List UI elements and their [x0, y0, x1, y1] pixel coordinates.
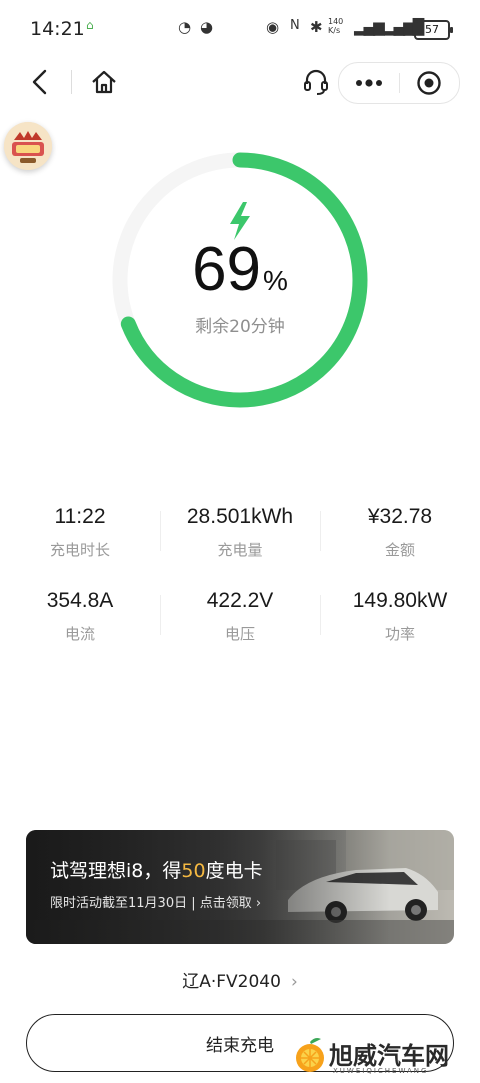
stat-label: 电压 [224, 625, 255, 643]
eye-icon: ◉ [266, 18, 280, 36]
watermark: 旭威汽车网 XUWEIQICHEWANG [293, 1034, 468, 1080]
status-bar: 14:21 ⌂ ◔ ◕ ◉ N ✱ 140 K/s ▂▄▆ ▂▄▆█ 57 [0, 0, 480, 58]
percent-unit: % [263, 265, 288, 296]
capsule-divider [399, 73, 400, 93]
banner-title-suffix: 度电卡 [205, 860, 263, 882]
stat-value: 11:22 [54, 505, 106, 528]
mini-program-capsule [338, 62, 460, 104]
stat-label: 金额 [384, 541, 415, 559]
back-button[interactable] [24, 66, 56, 98]
watermark-title: 旭威汽车网 [329, 1042, 449, 1070]
home-icon [92, 70, 116, 94]
nav-divider [71, 70, 72, 94]
stat-voltage: 422.2V 电压 [160, 589, 320, 644]
floating-avatar[interactable] [4, 122, 52, 170]
banner-subtitle: 限时活动截至11月30日 | 点击领取 › [50, 896, 262, 911]
promo-banner[interactable]: 试驾理想i8，得50度电卡 限时活动截至11月30日 | 点击领取 › [26, 830, 454, 944]
banner-overlay [26, 830, 454, 944]
stat-energy: 28.501kWh 充电量 [160, 505, 320, 560]
stat-current: 354.8A 电流 [0, 589, 160, 644]
battery-icon: 57 [414, 20, 453, 40]
home-status-icon: ⌂ [86, 18, 94, 32]
home-button[interactable] [88, 66, 120, 98]
remaining-time: 剩余20分钟 [195, 317, 285, 337]
banner-title: 试驾理想i8，得50度电卡 [50, 856, 263, 883]
signal-icon: ▂▄▆ [354, 18, 385, 36]
stat-value: 422.2V [206, 589, 274, 612]
stat-value: 354.8A [46, 589, 114, 612]
more-button[interactable] [351, 67, 387, 99]
headset-icon [304, 69, 328, 95]
end-charging-label: 结束充电 [206, 1035, 274, 1056]
target-icon [417, 71, 441, 95]
stat-value: ¥32.78 [367, 505, 433, 528]
stat-label: 充电量 [217, 541, 263, 559]
stat-amount: ¥32.78 金额 [320, 505, 480, 560]
banner-title-highlight: 50 [181, 860, 206, 882]
bluetooth-icon: ✱ [310, 18, 323, 36]
stat-label: 充电时长 [49, 541, 110, 559]
customer-service-button[interactable] [300, 66, 332, 98]
sync-icon: ◔ [178, 18, 192, 36]
status-time: 14:21 [30, 18, 85, 40]
back-icon [32, 69, 47, 95]
nfc-icon: N [290, 18, 300, 33]
stat-power: 149.80kW 功率 [320, 589, 480, 644]
stat-label: 电流 [64, 625, 95, 643]
orange-logo-icon [296, 1038, 324, 1072]
network-speed: 140 K/s [328, 17, 344, 35]
chevron-right-icon: › [290, 972, 298, 992]
more-icon [356, 79, 382, 87]
stat-value: 149.80kW [352, 589, 448, 612]
close-mini-program-button[interactable] [411, 67, 447, 99]
stat-label: 功率 [384, 625, 415, 643]
plate-text: 辽A·FV2040 [182, 972, 281, 992]
speedometer-icon: ◕ [200, 18, 214, 36]
watermark-subtitle: XUWEIQICHEWANG [333, 1067, 429, 1075]
charge-percent: 69% [0, 234, 480, 305]
percent-value: 69 [192, 235, 262, 304]
banner-title-text: 试驾理想i8，得 [50, 860, 182, 882]
stat-duration: 11:22 充电时长 [0, 505, 160, 560]
stat-value: 28.501kWh [186, 505, 294, 528]
avatar-logo-icon [4, 122, 52, 170]
vehicle-plate-selector[interactable]: 辽A·FV2040 › [0, 967, 480, 992]
